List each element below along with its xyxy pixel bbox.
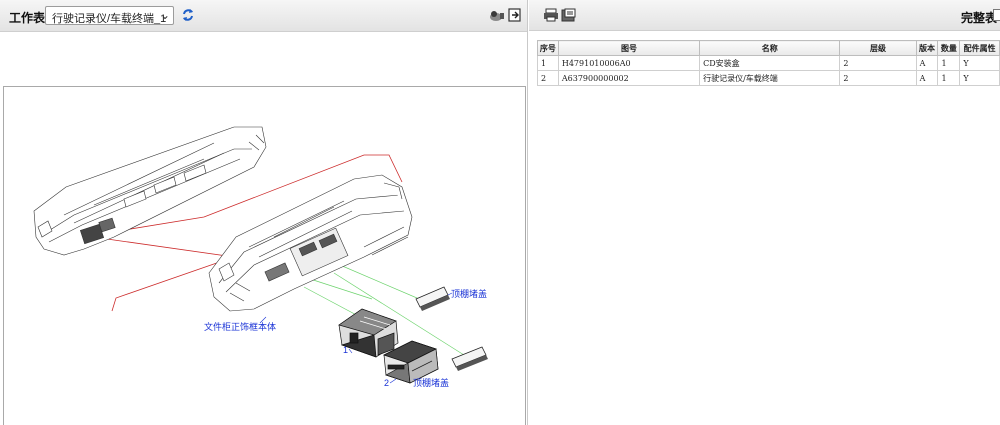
table-header-row: 序号 图号 名称 层级 版本 数量 配件属性 bbox=[537, 40, 1000, 56]
col-header-quantity[interactable]: 数量 bbox=[937, 40, 961, 56]
col-header-drawing-no[interactable]: 图号 bbox=[557, 40, 701, 56]
parts-panel: 完整表 序号 图号 名称 层级 版本 数量 配件属性 1 H4791010006… bbox=[529, 0, 1000, 425]
cell-level: 2 bbox=[839, 55, 917, 71]
chevron-down-icon: ⌄ bbox=[159, 8, 170, 22]
zoom-icon[interactable] bbox=[489, 9, 505, 23]
callout-item-2: 2 bbox=[384, 378, 390, 388]
cell-index: 2 bbox=[537, 70, 559, 86]
app-root: 工作表 行驶记录仪/车载终端_1 ⌄ 顶棚堵盖 文件柜正饰框本体 1 2 顶棚堵… bbox=[0, 0, 1000, 425]
parts-toolbar: 完整表 bbox=[529, 0, 1000, 31]
export-icon[interactable] bbox=[561, 8, 577, 22]
drawing-toolbar: 工作表 行驶记录仪/车载终端_1 ⌄ bbox=[0, 0, 527, 32]
cell-version: A bbox=[915, 70, 939, 86]
exploded-view-drawing bbox=[33, 126, 488, 384]
cell-name: 行驶记录仪/车载终端 bbox=[699, 70, 841, 86]
cell-index: 1 bbox=[537, 55, 559, 71]
callout-roof-cap-lower: 顶棚堵盖 bbox=[413, 378, 450, 388]
cell-quantity: 1 bbox=[937, 55, 961, 71]
col-header-version[interactable]: 版本 bbox=[915, 40, 939, 56]
worksheet-label: 工作表 bbox=[9, 11, 46, 25]
table-row[interactable]: 2 A637900000002 行驶记录仪/车载终端 2 A 1 Y bbox=[537, 70, 1000, 86]
cell-part-attribute: Y bbox=[959, 70, 1000, 86]
cell-name: CD安装盒 bbox=[699, 55, 841, 71]
technical-drawing: 顶棚堵盖 文件柜正饰框本体 1 2 顶棚堵盖 bbox=[3, 86, 526, 425]
print-icon[interactable] bbox=[543, 8, 559, 22]
parts-table: 序号 图号 名称 层级 版本 数量 配件属性 1 H4791010006A0 C… bbox=[537, 40, 1000, 86]
col-header-level[interactable]: 层级 bbox=[839, 40, 917, 56]
worksheet-select-value: 行驶记录仪/车载终端_1 bbox=[52, 13, 167, 25]
exit-icon[interactable] bbox=[508, 8, 522, 22]
callout-item-1: 1 bbox=[343, 345, 349, 355]
table-row[interactable]: 1 H4791010006A0 CD安装盒 2 A 1 Y bbox=[537, 55, 1000, 71]
col-header-index[interactable]: 序号 bbox=[537, 40, 559, 56]
full-table-checkbox[interactable] bbox=[993, 9, 1000, 21]
roof-cap-upper bbox=[415, 286, 450, 311]
dashboard-overview bbox=[33, 126, 267, 256]
cell-level: 2 bbox=[839, 70, 917, 86]
drawing-panel: 工作表 行驶记录仪/车载终端_1 ⌄ 顶棚堵盖 文件柜正饰框本体 1 2 顶棚堵… bbox=[0, 0, 528, 425]
col-header-name[interactable]: 名称 bbox=[699, 40, 841, 56]
col-header-part-attribute[interactable]: 配件属性 bbox=[959, 40, 1000, 56]
full-table-label: 完整表 bbox=[961, 11, 998, 25]
callout-cabinet-frame: 文件柜正饰框本体 bbox=[204, 322, 277, 332]
cell-part-attribute: Y bbox=[959, 55, 1000, 71]
cell-drawing-no: H4791010006A0 bbox=[557, 55, 701, 71]
cell-drawing-no: A637900000002 bbox=[557, 70, 701, 86]
callout-roof-cap-upper: 顶棚堵盖 bbox=[451, 289, 488, 299]
refresh-icon[interactable] bbox=[181, 7, 195, 23]
worksheet-select[interactable]: 行驶记录仪/车载终端_1 ⌄ bbox=[45, 6, 174, 25]
cell-version: A bbox=[915, 55, 939, 71]
cell-quantity: 1 bbox=[937, 70, 961, 86]
